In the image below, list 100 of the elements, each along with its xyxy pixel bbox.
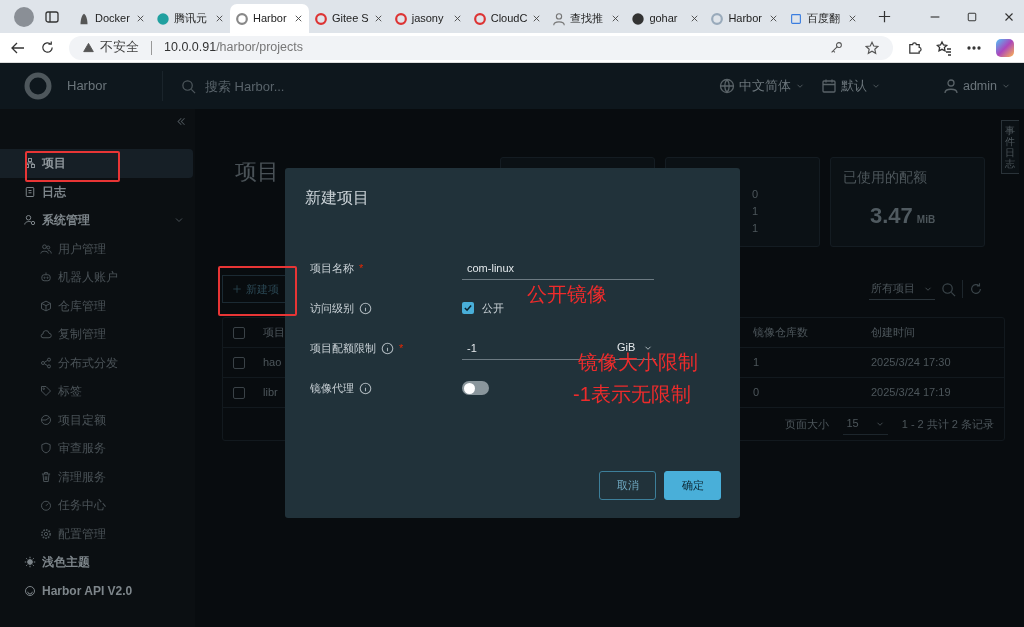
annotation-text: -1表示无限制	[573, 384, 691, 404]
maximize-icon[interactable]	[966, 10, 978, 23]
ring-icon	[235, 11, 249, 26]
toggle-switch[interactable]	[462, 381, 489, 395]
new-tab-icon[interactable]	[877, 9, 893, 24]
count-value: 1	[752, 221, 760, 236]
sidebar-item[interactable]: Harbor API V2.0	[0, 576, 193, 605]
page-title: 项目	[235, 158, 279, 186]
warning-icon	[83, 42, 94, 53]
reload-icon[interactable]	[40, 40, 55, 55]
sidebar-item[interactable]: 浅色主题	[0, 548, 193, 577]
quota-unit: MiB	[916, 213, 936, 228]
close-icon[interactable]	[214, 13, 225, 24]
browser-tab[interactable]: 查找推	[547, 4, 627, 33]
theme-menu[interactable]: 默认	[819, 75, 882, 97]
browser-tab[interactable]: Docker	[72, 4, 151, 33]
sidebar-item[interactable]: 系统管理	[0, 206, 193, 235]
browser-tab[interactable]: 腾讯元	[151, 4, 230, 33]
browser-tab[interactable]: Harbor	[705, 4, 785, 33]
shield-icon	[40, 442, 52, 455]
quota-value: 3.47	[870, 202, 913, 231]
close-icon[interactable]	[293, 13, 304, 24]
confirm-button[interactable]: 确定	[664, 471, 721, 500]
person-icon	[942, 78, 959, 94]
sidebar-item[interactable]: 日志	[0, 177, 193, 206]
column-header: 创建时间	[859, 318, 1004, 348]
plus-icon	[232, 284, 242, 294]
security-label: 不安全	[100, 39, 139, 57]
browser-tab[interactable]: Gitee S	[309, 4, 389, 33]
count-value: 0	[752, 187, 760, 202]
ring-icon	[472, 11, 487, 26]
required-mark: *	[399, 340, 404, 356]
user-menu[interactable]: admin	[941, 75, 1012, 97]
browser-tab[interactable]: Harbor	[230, 4, 309, 33]
extension-icon[interactable]	[907, 40, 922, 55]
record-count: 1 - 2 共计 2 条记录	[901, 416, 994, 432]
address-field[interactable]: 不安全 10.0.0.91/harbor/projects	[69, 35, 893, 60]
cancel-button[interactable]: 取消	[599, 471, 656, 500]
profile-avatar[interactable]	[14, 6, 34, 27]
globe-icon	[718, 78, 735, 94]
field-label: 项目名称	[310, 260, 354, 276]
assistant-icon[interactable]	[996, 38, 1014, 57]
table-cell: 2025/3/24 17:19	[859, 378, 1004, 408]
required-mark: *	[359, 260, 364, 276]
calendar-icon	[820, 78, 837, 94]
key-icon[interactable]	[830, 41, 843, 54]
row-checkbox[interactable]	[233, 386, 245, 399]
people-icon	[40, 242, 52, 255]
search-icon	[181, 78, 196, 94]
favorites-icon[interactable]	[936, 39, 952, 56]
count-value: 1	[752, 204, 760, 219]
info-icon[interactable]	[359, 381, 372, 395]
cube-icon	[40, 299, 52, 312]
field-label: 镜像代理	[310, 380, 354, 396]
browser-tab[interactable]: jasony	[388, 4, 468, 33]
url-text: 10.0.0.91/harbor/projects	[164, 39, 303, 57]
search-field[interactable]: 搜索 Harbor...	[200, 74, 360, 98]
cloud-icon	[40, 328, 52, 341]
tab-list-icon[interactable]	[44, 8, 60, 25]
close-icon[interactable]	[135, 13, 146, 24]
page-size-select[interactable]: 15	[843, 413, 888, 435]
document-icon	[24, 185, 36, 198]
star-icon[interactable]	[865, 40, 879, 55]
dial-icon	[40, 499, 52, 512]
browser-tab[interactable]: 百度翻	[784, 4, 864, 33]
hierarchy-icon	[24, 157, 36, 170]
checkbox[interactable]	[462, 302, 474, 314]
input-field[interactable]: com-linux	[462, 256, 654, 280]
browser-tab[interactable]: CloudC	[467, 4, 548, 33]
checkbox-label: 公开	[482, 300, 504, 316]
info-icon[interactable]	[359, 301, 372, 315]
robot-icon	[40, 271, 52, 284]
table-cell: 2025/3/24 17:30	[859, 348, 1004, 378]
user-gear-icon	[24, 214, 36, 227]
person-icon	[552, 11, 567, 26]
ring-icon	[710, 11, 725, 26]
info-icon[interactable]	[381, 341, 394, 355]
circle-icon	[24, 584, 36, 597]
select-all-checkbox[interactable]	[233, 326, 245, 339]
circle-icon	[631, 11, 646, 26]
filter-dropdown[interactable]: 所有项目	[869, 278, 935, 300]
trash-icon	[40, 470, 52, 483]
browser-tab[interactable]: gohar	[626, 4, 706, 33]
dialog-title: 新建项目	[305, 188, 370, 208]
page-size-label: 页面大小	[785, 416, 830, 432]
ring-icon	[314, 11, 328, 26]
sun-icon	[24, 556, 36, 569]
lighthouse-logo-icon	[22, 70, 54, 102]
square-icon	[789, 11, 804, 26]
column-header: 镜像仓库数	[741, 318, 859, 348]
language-menu[interactable]: 中文简体	[717, 75, 806, 97]
table-cell: 0	[741, 378, 859, 408]
brand-name: Harbor	[67, 77, 108, 96]
field-label: 访问级别	[310, 300, 354, 316]
sidebar-item[interactable]: 项目	[0, 149, 193, 178]
tag-icon	[40, 385, 52, 398]
circle-icon	[156, 11, 170, 26]
row-checkbox[interactable]	[233, 356, 245, 369]
card-label: 已使用的配额	[843, 169, 928, 187]
ring-icon	[393, 11, 408, 26]
